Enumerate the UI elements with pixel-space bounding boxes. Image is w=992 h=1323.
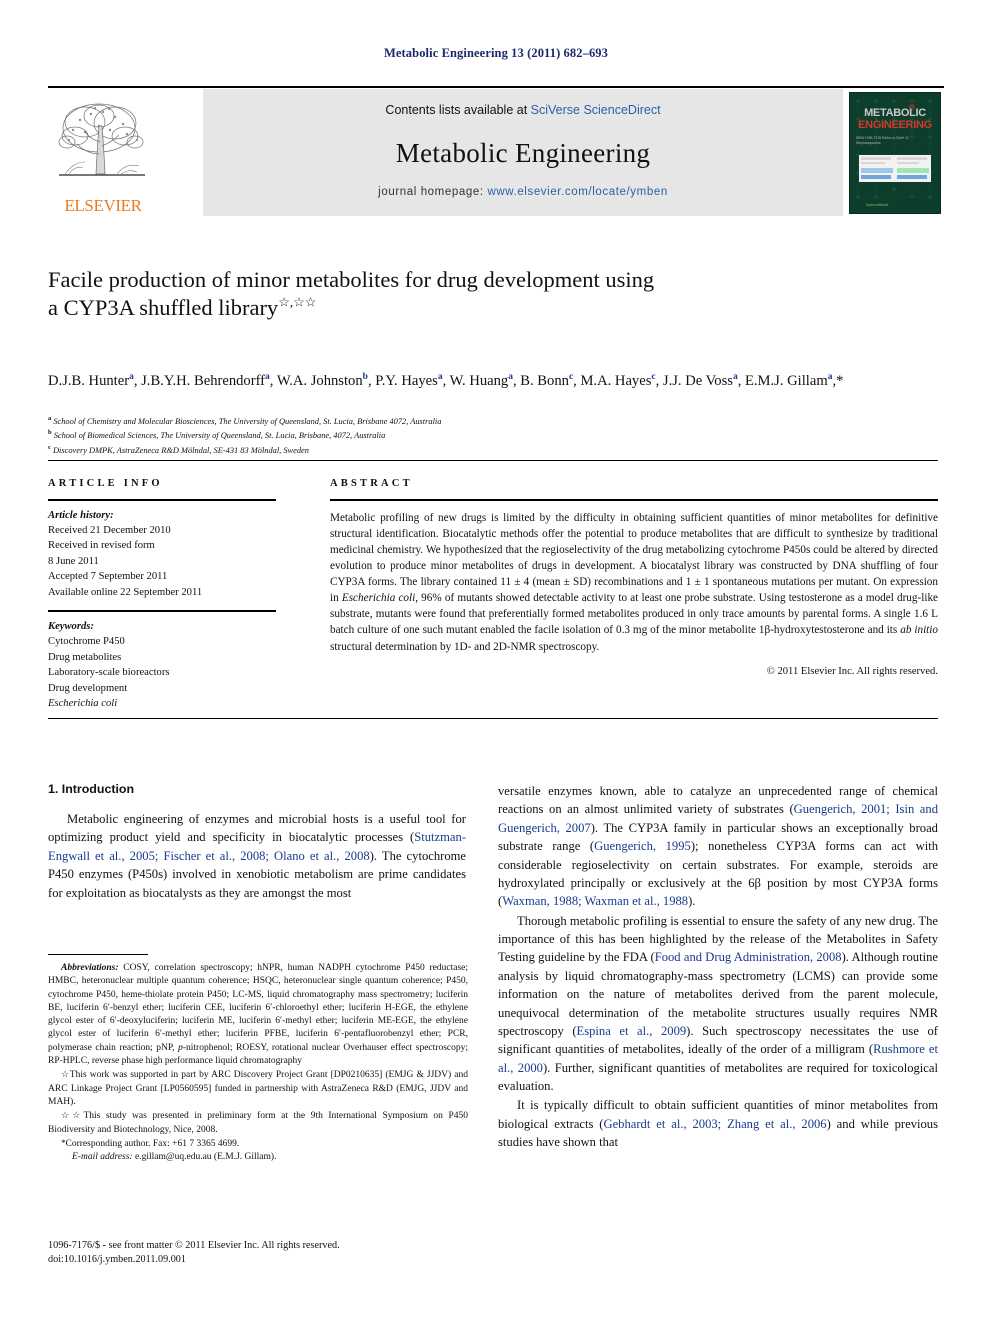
contents-prefix-text: Contents lists available at xyxy=(385,103,531,117)
keyword-item: Drug metabolites xyxy=(48,651,122,663)
page-title: Facile production of minor metabolites f… xyxy=(48,266,748,323)
cover-title-line2: ENGINEERING xyxy=(858,119,932,131)
abstract-copyright: © 2011 Elsevier Inc. All rights reserved… xyxy=(766,665,938,677)
footnote-block: Abbreviations: COSY, correlation spectro… xyxy=(48,962,468,1164)
affiliation-list: a School of Chemistry and Molecular Bios… xyxy=(48,414,938,457)
abbreviations-text: COSY, correlation spectroscopy; hNPR, hu… xyxy=(48,963,469,1067)
abstract-text: Metabolic profiling of new drugs is limi… xyxy=(330,511,938,653)
article-history-item: Received in revised form xyxy=(48,540,155,552)
keyword-item: Drug development xyxy=(48,682,128,694)
abbreviations-footnote: Abbreviations: COSY, correlation spectro… xyxy=(48,962,468,1068)
email-footnote: E-mail address: e.gillam@uq.edu.au (E.M.… xyxy=(48,1151,468,1164)
presentation-footnote-text: This study was presented in preliminary … xyxy=(48,1111,468,1135)
article-title-line1: Facile production of minor metabolites f… xyxy=(48,267,655,292)
body-paragraph: Metabolic engineering of enzymes and mic… xyxy=(48,812,467,900)
article-info-divider xyxy=(48,499,276,501)
article-history-label: Article history: xyxy=(48,509,114,521)
body-paragraph: Thorough metabolic profiling is essentia… xyxy=(498,913,938,1093)
body-paragraph: versatile enzymes known, able to catalyz… xyxy=(498,784,938,909)
funding-footnote-text: This work was supported in part by ARC D… xyxy=(48,1070,468,1107)
cover-figure-panel xyxy=(859,155,931,182)
keywords-divider xyxy=(48,610,276,612)
keywords-label: Keywords: xyxy=(48,620,94,632)
keyword-item: Cytochrome P450 xyxy=(48,636,125,648)
article-history-item: Received 21 December 2010 xyxy=(48,524,171,536)
elsevier-wordmark: ELSEVIER xyxy=(64,196,142,215)
email-label: E-mail address: xyxy=(72,1152,133,1163)
elsevier-tree-icon xyxy=(57,92,149,196)
article-title-line2: a CYP3A shuffled library xyxy=(48,295,279,321)
journal-masthead: Contents lists available at SciVerse Sci… xyxy=(48,86,944,218)
info-block-bottom-rule xyxy=(48,718,938,719)
affiliation-mark: b xyxy=(48,429,52,437)
issn-copyright-line: 1096-7176/$ - see front matter © 2011 El… xyxy=(48,1240,340,1251)
email-address[interactable]: e.gillam@uq.edu.au (E.M.J. Gillam). xyxy=(135,1152,276,1162)
cover-subtitle: ISSN 1096-7176 Editor-in-Chief: G. Steph… xyxy=(856,136,910,146)
star-mark-icon: ☆ xyxy=(61,1069,70,1080)
affiliation-text: School of Chemistry and Molecular Biosci… xyxy=(53,416,442,426)
imprint-block: 1096-7176/$ - see front matter © 2011 El… xyxy=(48,1239,468,1268)
homepage-prefix-text: journal homepage: xyxy=(378,186,488,198)
article-history-item: Available online 22 September 2011 xyxy=(48,586,203,598)
double-star-mark-icon: ☆☆ xyxy=(61,1110,84,1121)
affiliation-text: Discovery DMPK, AstraZeneca R&D Mölndal,… xyxy=(52,445,309,455)
cover-footer-text: ScienceDirect xyxy=(866,203,889,207)
body-paragraph: It is typically difficult to obtain suff… xyxy=(498,1098,938,1150)
article-info-column: ARTICLE INFO Article history: Received 2… xyxy=(48,478,318,711)
contents-available-line: Contents lists available at SciVerse Sci… xyxy=(203,103,843,117)
info-block-top-rule xyxy=(48,460,938,461)
affiliation-mark: a xyxy=(48,415,52,422)
author-list: D.J.B. Huntera, J.B.Y.H. Behrendorffa, W… xyxy=(48,370,938,393)
article-history-item: 8 June 2011 xyxy=(48,555,99,567)
running-head: Metabolic Engineering 13 (2011) 682–693 xyxy=(383,46,609,60)
journal-cover-thumbnail: METABOLIC ENGINEERING ISSN 1096-7176 Edi… xyxy=(849,92,941,214)
abstract-divider xyxy=(330,499,938,501)
affiliation-item: b School of Biomedical Sciences, The Uni… xyxy=(48,428,938,442)
journal-homepage-link[interactable]: www.elsevier.com/locate/ymben xyxy=(487,186,667,198)
corresponding-author-footnote: *Corresponding author. Fax: +61 7 3365 4… xyxy=(48,1137,468,1151)
keyword-item: Laboratory-scale bioreactors xyxy=(48,667,170,679)
keywords-block: Keywords: Cytochrome P450 Drug metabolit… xyxy=(48,619,318,712)
journal-title: Metabolic Engineering xyxy=(395,138,651,168)
article-history-item: Accepted 7 September 2011 xyxy=(48,571,168,583)
abstract-heading: ABSTRACT xyxy=(330,478,413,489)
affiliation-text: School of Biomedical Sciences, The Unive… xyxy=(53,431,386,441)
funding-footnote: ☆This work was supported in part by ARC … xyxy=(48,1068,468,1109)
body-left-column: 1. Introduction Metabolic engineering of… xyxy=(48,782,466,903)
affiliation-item: c Discovery DMPK, AstraZeneca R&D Mölnda… xyxy=(48,443,938,457)
masthead-top-rule xyxy=(48,86,944,88)
elsevier-logo: ELSEVIER xyxy=(55,90,151,218)
presentation-footnote: ☆☆This study was presented in preliminar… xyxy=(48,1109,468,1137)
affiliation-item: a School of Chemistry and Molecular Bios… xyxy=(48,414,938,428)
article-info-heading: ARTICLE INFO xyxy=(48,478,163,489)
article-history-block: Article history: Received 21 December 20… xyxy=(48,508,318,601)
author-names: D.J.B. Huntera, J.B.Y.H. Behrendorffa, W… xyxy=(48,372,844,389)
abstract-column: ABSTRACT Metabolic profiling of new drug… xyxy=(330,478,938,677)
body-right-column: versatile enzymes known, able to catalyz… xyxy=(498,782,938,1153)
cover-title-line1: METABOLIC xyxy=(864,107,926,119)
journal-homepage-line: journal homepage: www.elsevier.com/locat… xyxy=(203,186,843,198)
keyword-item: Escherichia coli xyxy=(48,697,118,709)
section-heading-introduction: 1. Introduction xyxy=(48,782,135,796)
sciencedirect-link[interactable]: SciVerse ScienceDirect xyxy=(531,103,661,117)
corresponding-author-text: Corresponding author. Fax: +61 7 3365 46… xyxy=(65,1138,240,1149)
article-title-footnote-marks: ☆,☆☆ xyxy=(278,294,317,310)
footnote-divider xyxy=(48,954,148,955)
affiliation-mark: c xyxy=(48,443,51,451)
journal-article-page: Metabolic Engineering 13 (2011) 682–693 … xyxy=(0,0,992,1323)
abbreviations-label: Abbreviations: xyxy=(61,963,119,973)
doi-line[interactable]: doi:10.1016/j.ymben.2011.09.001 xyxy=(48,1253,468,1267)
